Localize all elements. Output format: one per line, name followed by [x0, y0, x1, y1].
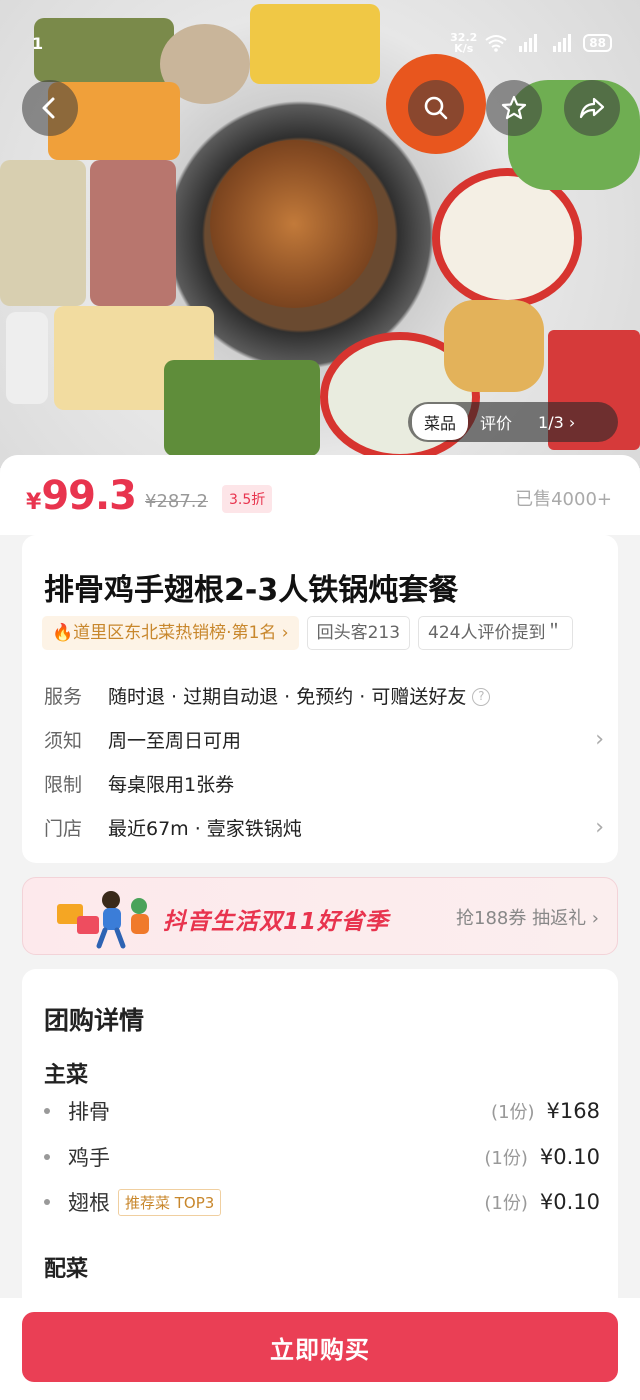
signal-5g-icon [519, 34, 538, 52]
original-price: ¥287.2 [145, 491, 208, 512]
info-row-notice[interactable]: 须知 周一至周日可用 › [44, 724, 604, 754]
signal-5g-icon-2 [553, 34, 572, 52]
ranking-tag[interactable]: 🔥道里区东北菜热销榜·第1名 › [42, 616, 299, 650]
dish-item: 排骨 (1份) ¥168 [44, 1093, 600, 1129]
search-icon [424, 96, 448, 120]
status-time: 1 [32, 34, 44, 53]
info-row-limit: 限制 每桌限用1张券 [44, 768, 604, 798]
gallery-pager[interactable]: 1/3 › [538, 413, 575, 432]
share-button[interactable] [564, 80, 620, 136]
dish-qty: (1份) [484, 1193, 528, 1214]
tab-dishes[interactable]: 菜品 [412, 404, 469, 440]
iron-pot-stew [210, 140, 378, 308]
price-currency: ¥ [26, 490, 42, 515]
repeat-customer-tag[interactable]: 回头客213 [306, 616, 411, 650]
gallery-tabs: 菜品 评价 1/3 › [408, 402, 618, 442]
dish-price: ¥0.10 [539, 1145, 600, 1169]
product-card: 排骨鸡手翅根2-3人铁锅炖套餐 🔥道里区东北菜热销榜·第1名 › 回头客213 … [22, 535, 618, 863]
status-bar: 1 32.2 K/s 88 [0, 30, 640, 58]
favorite-button[interactable] [486, 80, 542, 136]
info-value: 周一至周日可用 [108, 729, 242, 752]
search-button[interactable] [408, 80, 464, 136]
content-sheet: ¥99.3 ¥287.2 3.5折 已售4000+ 排骨鸡手翅根2-3人铁锅炖套… [0, 455, 640, 1400]
network-speed-unit: K/s [454, 42, 474, 55]
detail-title: 团购详情 [44, 1006, 145, 1035]
star-icon [501, 95, 527, 120]
section-title-side: 配菜 [44, 1257, 89, 1282]
dish-price: ¥168 [546, 1099, 600, 1123]
product-title: 排骨鸡手翅根2-3人铁锅炖套餐 [44, 573, 459, 608]
product-tags: 🔥道里区东北菜热销榜·第1名 › 回头客213 424人评价提到＂ [42, 616, 618, 650]
dish-item: 鸡手 (1份) ¥0.10 [44, 1139, 600, 1175]
dish-qty: (1份) [484, 1148, 528, 1169]
promo-banner[interactable]: 抖音生活双11好省季 抢188券 抽返礼 › [22, 877, 618, 955]
info-key: 门店 [44, 817, 83, 840]
buy-now-button[interactable]: 立即购买 [22, 1312, 618, 1382]
help-icon[interactable]: ? [472, 688, 491, 706]
bullet [44, 1154, 50, 1160]
dish-price: ¥0.10 [539, 1190, 600, 1214]
chevron-right-icon: › [595, 726, 604, 752]
sauce-dish [6, 312, 48, 404]
current-price: ¥99.3 [26, 473, 137, 519]
info-row-store[interactable]: 门店 最近67m · 壹家铁锅炖 › [44, 812, 604, 842]
back-button[interactable] [22, 80, 78, 136]
info-key: 服务 [44, 685, 83, 708]
bullet [44, 1199, 50, 1205]
info-value: 随时退 · 过期自动退 · 免预约 · 可赠送好友? [108, 682, 604, 709]
info-row-service[interactable]: 服务 随时退 · 过期自动退 · 免预约 · 可赠送好友? [44, 680, 604, 710]
dish-qty: (1份) [491, 1102, 535, 1123]
service-text: 随时退 · 过期自动退 · 免预约 · 可赠送好友 [108, 685, 467, 708]
review-mention-tag[interactable]: 424人评价提到＂ [418, 616, 573, 650]
sold-count: 已售4000+ [515, 489, 612, 510]
chevron-right-icon: › [595, 814, 604, 840]
recommend-badge: 推荐菜 TOP3 [118, 1188, 222, 1216]
info-key: 须知 [44, 729, 83, 752]
dish-name: 翅根 [68, 1191, 110, 1215]
deal-detail-page: 1 32.2 K/s 88 菜品 评价 1/3 › ¥99.3 ¥287.2 3… [0, 0, 640, 1400]
bread-rolls [444, 300, 544, 392]
network-speed: 32.2 K/s [450, 32, 477, 54]
chicken-tray [0, 160, 86, 306]
info-value: 最近67m · 壹家铁锅炖 [108, 817, 302, 840]
dish-item: 翅根 推荐菜 TOP3 (1份) ¥0.10 [44, 1184, 600, 1220]
ribs-tray [90, 160, 176, 306]
tab-reviews[interactable]: 评价 [468, 404, 524, 440]
bullet [44, 1108, 50, 1114]
wifi-icon [485, 35, 507, 52]
food-photo[interactable]: 1 32.2 K/s 88 菜品 评价 1/3 › [0, 0, 640, 468]
price-amount: 99.3 [41, 473, 137, 519]
share-icon [579, 97, 605, 119]
bottom-action-bar: 立即购买 [0, 1298, 640, 1400]
info-key: 限制 [44, 773, 83, 796]
dish-name: 排骨 [68, 1100, 110, 1124]
status-icons: 32.2 K/s 88 [450, 32, 612, 54]
shopping-characters-icon [57, 891, 149, 949]
promo-link[interactable]: 抢188券 抽返礼 › [456, 904, 599, 930]
section-title-main: 主菜 [44, 1063, 89, 1088]
discount-badge: 3.5折 [222, 485, 273, 513]
chevron-left-icon [42, 97, 55, 119]
greenbean-tray [164, 360, 320, 456]
battery-icon: 88 [583, 34, 612, 52]
price-row: ¥99.3 ¥287.2 3.5折 已售4000+ [0, 455, 640, 535]
dish-name: 鸡手 [68, 1146, 110, 1170]
info-value: 每桌限用1张券 [108, 773, 235, 796]
promo-title: 抖音生活双11好省季 [163, 909, 390, 935]
